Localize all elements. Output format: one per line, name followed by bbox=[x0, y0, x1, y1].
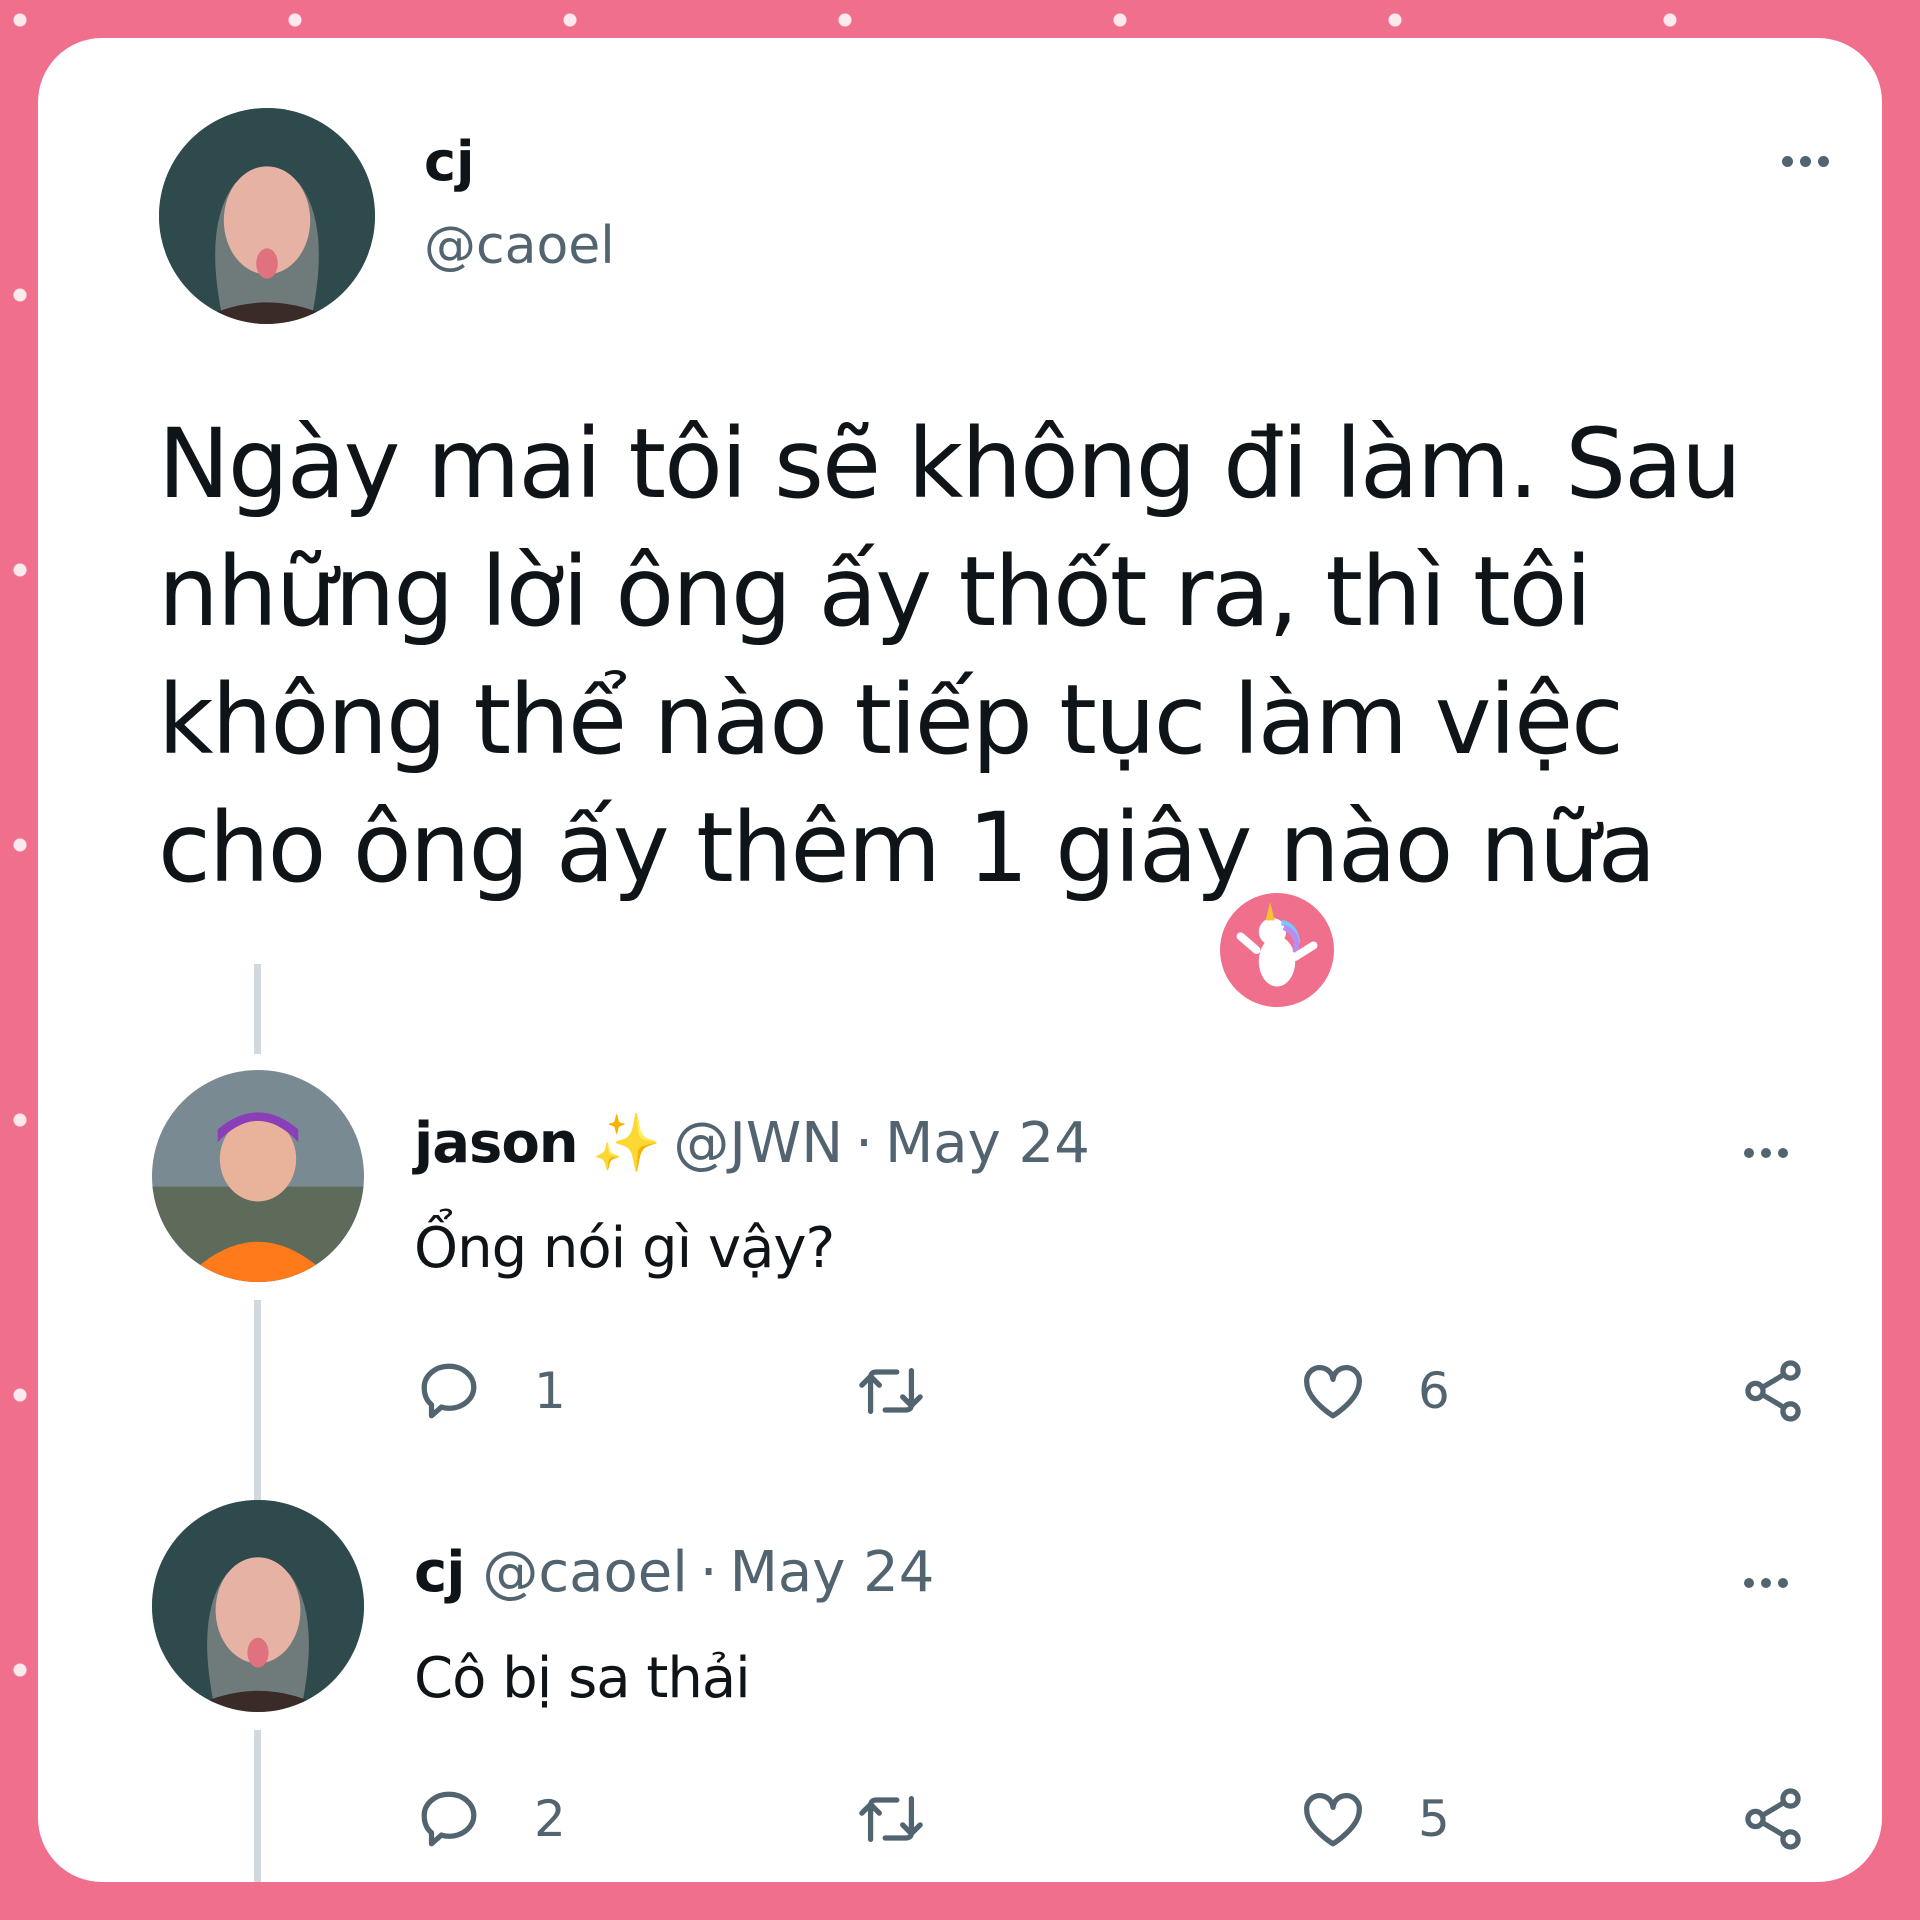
like-icon bbox=[1304, 1365, 1362, 1419]
unicorn-sticker bbox=[1220, 893, 1334, 1007]
reply-header: jason ✨ @JWN · May 24 bbox=[414, 1110, 1090, 1177]
reply-date[interactable]: May 24 bbox=[730, 1540, 935, 1605]
reply-author-handle[interactable]: @caoel bbox=[482, 1540, 687, 1605]
retweet-button[interactable] bbox=[856, 1356, 926, 1426]
author-name[interactable]: cj bbox=[424, 130, 475, 193]
more-icon[interactable] bbox=[1744, 1148, 1788, 1158]
reply-button[interactable]: 1 bbox=[414, 1356, 566, 1426]
retweet-icon bbox=[859, 1795, 923, 1843]
reply-author-handle[interactable]: @JWN bbox=[673, 1111, 843, 1176]
retweet-button[interactable] bbox=[856, 1784, 926, 1854]
action-bar: 1 6 bbox=[38, 1356, 1882, 1436]
reply-count: 2 bbox=[534, 1790, 566, 1848]
reply-header: cj @caoel · May 24 bbox=[414, 1540, 934, 1605]
reply-avatar-image bbox=[152, 1500, 364, 1712]
reply-text: Ổng nói gì vậy? bbox=[414, 1216, 835, 1281]
like-count: 6 bbox=[1418, 1362, 1450, 1420]
share-icon bbox=[1745, 1788, 1801, 1850]
like-count: 5 bbox=[1418, 1790, 1450, 1848]
more-icon[interactable] bbox=[1782, 156, 1829, 167]
author-handle[interactable]: @caoel bbox=[424, 216, 615, 276]
like-button[interactable]: 5 bbox=[1298, 1784, 1450, 1854]
reply-author-name[interactable]: jason bbox=[414, 1111, 579, 1176]
reply-author-name[interactable]: cj bbox=[414, 1540, 465, 1605]
separator-dot: · bbox=[699, 1540, 718, 1605]
share-icon bbox=[1745, 1360, 1801, 1422]
reply-text: Cô bị sa thải bbox=[414, 1646, 751, 1711]
more-icon[interactable] bbox=[1744, 1578, 1788, 1588]
like-button[interactable]: 6 bbox=[1298, 1356, 1450, 1426]
reply-avatar[interactable] bbox=[152, 1500, 364, 1712]
reply-date[interactable]: May 24 bbox=[885, 1111, 1090, 1176]
author-avatar[interactable] bbox=[159, 108, 375, 324]
thread-line bbox=[254, 964, 261, 1054]
tweet-text: Ngày mai tôi sẽ không đi làm. Sau những … bbox=[158, 408, 1742, 904]
share-button[interactable] bbox=[1738, 1784, 1808, 1854]
reply-button[interactable]: 2 bbox=[414, 1784, 566, 1854]
share-button[interactable] bbox=[1738, 1356, 1808, 1426]
reply-avatar-image bbox=[152, 1070, 364, 1282]
reply-icon bbox=[421, 1363, 477, 1419]
reply-avatar[interactable] bbox=[152, 1070, 364, 1282]
retweet-icon bbox=[859, 1367, 923, 1415]
reply-icon bbox=[421, 1791, 477, 1847]
like-icon bbox=[1304, 1793, 1362, 1847]
action-bar: 2 5 bbox=[38, 1784, 1882, 1864]
separator-dot: · bbox=[855, 1110, 873, 1176]
tweet-card: cj @caoel Ngày mai tôi sẽ không đi làm. … bbox=[38, 38, 1882, 1882]
author-avatar-image bbox=[159, 108, 375, 324]
reply-count: 1 bbox=[534, 1362, 566, 1420]
sparkles-emoji: ✨ bbox=[591, 1111, 662, 1176]
